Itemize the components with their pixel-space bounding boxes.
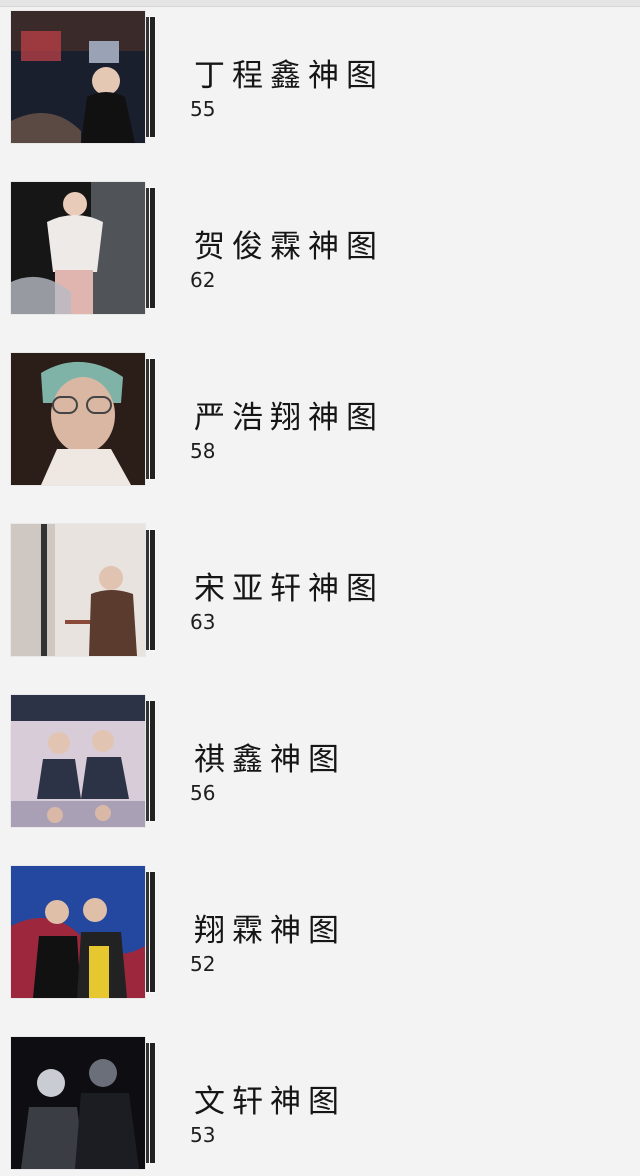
album-cover-image [10,523,146,657]
album-photo-count: 52 [190,952,216,976]
album-item-qixin[interactable]: 祺鑫神图 56 [0,694,640,834]
album-cover-image [10,1036,146,1170]
album-title: 文轩神图 [194,1084,346,1120]
photo-album-cover-icon [11,353,145,485]
album-photo-count: 63 [190,610,216,634]
photo-album-cover-icon [11,1037,145,1169]
album-item-dingchengxin[interactable]: 丁程鑫神图 55 [0,10,640,150]
album-cover-image [10,181,146,315]
album-cover-image [10,694,146,828]
album-title: 贺俊霖神图 [194,229,384,265]
album-title: 宋亚轩神图 [194,571,384,607]
album-thumbnail-stack[interactable] [10,352,160,486]
album-cover-image [10,10,146,144]
album-photo-count: 55 [190,97,216,121]
album-item-wenxuan[interactable]: 文轩神图 53 [0,1036,640,1176]
album-photo-count: 53 [190,1123,216,1147]
album-thumbnail-stack[interactable] [10,1036,160,1170]
album-title: 翔霖神图 [194,913,346,949]
album-photo-count: 62 [190,268,216,292]
photo-album-cover-icon [11,524,145,656]
album-item-yanhaoxiang[interactable]: 严浩翔神图 58 [0,352,640,492]
album-photo-count: 58 [190,439,216,463]
album-thumbnail-stack[interactable] [10,523,160,657]
album-cover-image [10,352,146,486]
album-thumbnail-stack[interactable] [10,865,160,999]
album-item-songyaxuan[interactable]: 宋亚轩神图 63 [0,523,640,663]
album-item-xianglin[interactable]: 翔霖神图 52 [0,865,640,1005]
album-title: 严浩翔神图 [194,400,384,436]
album-item-hejunlin[interactable]: 贺俊霖神图 62 [0,181,640,321]
photo-album-cover-icon [11,11,145,143]
album-thumbnail-stack[interactable] [10,181,160,315]
album-photo-count: 56 [190,781,216,805]
photo-album-cover-icon [11,866,145,998]
photo-album-cover-icon [11,182,145,314]
album-thumbnail-stack[interactable] [10,694,160,828]
photo-album-cover-icon [11,695,145,827]
album-thumbnail-stack[interactable] [10,10,160,144]
album-title: 丁程鑫神图 [194,58,384,94]
album-title: 祺鑫神图 [194,742,346,778]
album-list: 丁程鑫神图 55 贺俊霖神图 62 严浩翔神图 58 宋亚轩神图 63 祺鑫神图… [0,0,640,1170]
album-cover-image [10,865,146,999]
